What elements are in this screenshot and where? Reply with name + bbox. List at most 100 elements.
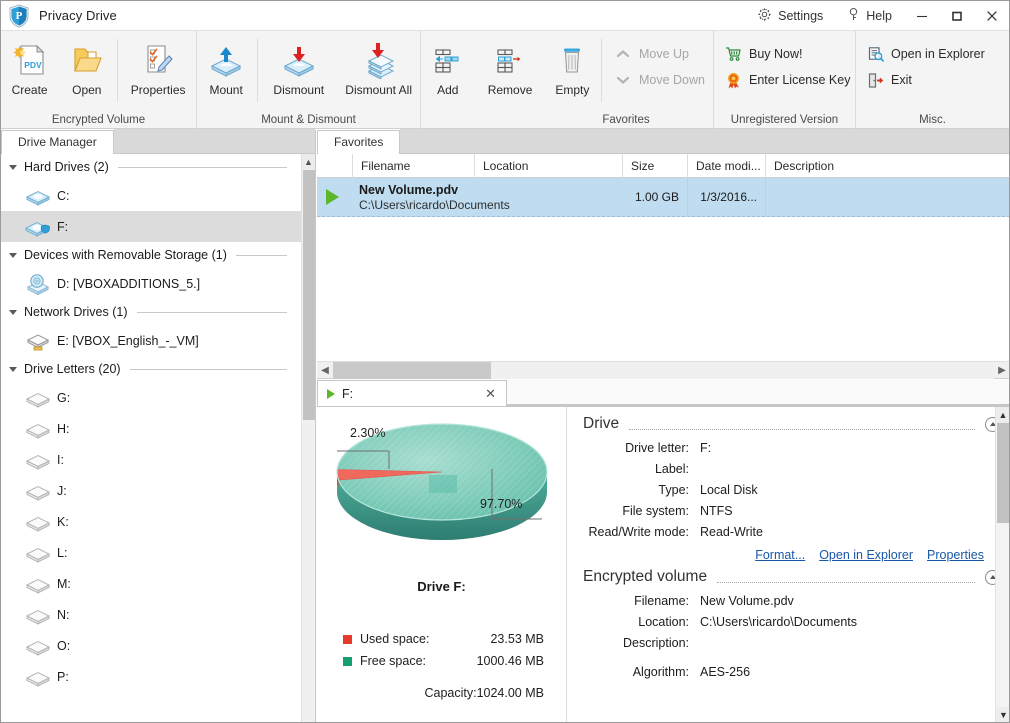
info-value: NTFS — [700, 503, 733, 518]
hscroll-track[interactable] — [333, 361, 994, 379]
hscroll-thumb[interactable] — [333, 361, 491, 379]
minimize-button[interactable] — [904, 1, 939, 31]
scroll-down-arrow-icon[interactable]: ▼ — [996, 707, 1009, 722]
info-value: AES-256 — [700, 664, 751, 679]
create-button[interactable]: PDV Create — [1, 35, 58, 97]
properties-button[interactable]: Properties — [120, 35, 196, 97]
tree-group-removable[interactable]: Devices with Removable Storage (1) — [1, 242, 301, 268]
drive-node-e[interactable]: E: [VBOX_English_-_VM] — [1, 325, 301, 356]
drive-node-j[interactable]: J: — [1, 475, 301, 506]
mounted-play-icon — [327, 388, 335, 399]
info-row: Algorithm: AES-256 — [567, 661, 1009, 682]
move-up-button[interactable]: Move Up — [610, 41, 713, 67]
column-header-filename[interactable]: Filename — [353, 153, 475, 178]
scroll-up-arrow-icon[interactable]: ▲ — [302, 154, 315, 169]
section-header-encrypted-volume: Encrypted volume — [567, 566, 1009, 590]
tree-group-hard-drives[interactable]: Hard Drives (2) — [1, 154, 301, 180]
info-row: Read/Write mode: Read-Write — [567, 521, 1009, 542]
info-row: Location: C:\Users\ricardo\Documents — [567, 611, 1009, 632]
help-button[interactable]: Help — [835, 1, 904, 31]
open-in-explorer-link[interactable]: Open in Explorer — [819, 548, 913, 562]
drive-node-c[interactable]: C: — [1, 180, 301, 211]
privacy-drive-window: P Privacy Drive Settings Help PDV Create… — [0, 0, 1010, 723]
favorites-horizontal-scrollbar[interactable]: ◀ ▶ — [317, 361, 1009, 379]
tab-drive-manager[interactable]: Drive Manager — [1, 130, 114, 154]
detail-scrollbar[interactable]: ▲ ▼ — [995, 407, 1009, 722]
legend-swatch-free — [343, 656, 352, 666]
enter-license-key-button[interactable]: Enter License Key — [720, 67, 858, 93]
drive-node-p[interactable]: P: — [1, 661, 301, 692]
ribbon-group-misc: Open in Explorer Exit Misc. — [856, 31, 1009, 129]
table-row[interactable]: New Volume.pdv C:\Users\ricardo\Document… — [317, 177, 1009, 217]
drive-node-k[interactable]: K: — [1, 506, 301, 537]
remove-favorite-button[interactable]: Remove — [475, 35, 546, 97]
column-header-location[interactable]: Location — [475, 153, 623, 178]
tree-group-network[interactable]: Network Drives (1) — [1, 299, 301, 325]
sidebar-scroll-thumb[interactable] — [303, 170, 315, 420]
shield-p-logo-icon: P — [8, 3, 30, 28]
row-date-modified: 1/3/2016... — [688, 177, 766, 217]
column-header-status[interactable] — [317, 153, 353, 178]
tab-favorites[interactable]: Favorites — [317, 130, 401, 154]
info-key: Read/Write mode: — [588, 524, 689, 539]
empty-drive-icon — [23, 478, 53, 504]
network-drive-icon — [23, 328, 53, 354]
row-size: 1.00 GB — [623, 177, 688, 217]
row-path: C:\Users\ricardo\Documents — [359, 197, 510, 212]
triangle-expanded-icon — [9, 252, 17, 258]
tab-drive-f[interactable]: F: ✕ — [317, 380, 507, 406]
column-header-description[interactable]: Description — [766, 154, 1009, 178]
column-header-size[interactable]: Size — [623, 153, 688, 178]
dismount-button[interactable]: Dismount — [260, 35, 337, 97]
buy-now-button[interactable]: Buy Now! — [720, 41, 858, 67]
drive-node-o[interactable]: O: — [1, 630, 301, 661]
ribbon-group-title-misc: Misc. — [919, 114, 946, 126]
group-rule — [117, 166, 287, 168]
drive-node-d[interactable]: D: [VBOXADDITIONS_5.] — [1, 268, 301, 299]
scroll-up-arrow-icon[interactable]: ▲ — [996, 407, 1009, 423]
settings-button[interactable]: Settings — [745, 1, 835, 31]
title-bar: P Privacy Drive Settings Help — [1, 1, 1009, 31]
properties-link[interactable]: Properties — [927, 548, 984, 562]
info-key: Label: — [654, 461, 689, 476]
maximize-button[interactable] — [939, 1, 974, 31]
dismount-all-button[interactable]: Dismount All — [337, 35, 420, 97]
close-icon[interactable]: ✕ — [485, 386, 496, 402]
exit-button[interactable]: Exit — [862, 67, 993, 93]
detail-scroll-thumb[interactable] — [997, 423, 1009, 523]
info-key: Type: — [658, 482, 689, 497]
tree-group-drive-letters[interactable]: Drive Letters (20) — [1, 356, 301, 382]
dismount-all-stack-icon — [359, 39, 399, 81]
scroll-left-arrow-icon[interactable]: ◀ — [317, 362, 333, 379]
drive-node-l[interactable]: L: — [1, 537, 301, 568]
info-value: C:\Users\ricardo\Documents — [700, 614, 857, 629]
favorites-tabstrip: Favorites — [317, 129, 1009, 154]
move-down-button[interactable]: Move Down — [610, 67, 713, 93]
buy-now-label: Buy Now! — [749, 47, 803, 61]
detail-body: 2.30% 97.70% Drive F: Used space: 23.53 … — [317, 406, 1009, 722]
drive-node-h[interactable]: H: — [1, 413, 301, 444]
format-link[interactable]: Format... — [755, 548, 805, 562]
empty-favorites-button[interactable]: Empty — [546, 35, 600, 97]
empty-drive-icon — [23, 447, 53, 473]
drive-node-m[interactable]: M: — [1, 568, 301, 599]
column-header-date-modified[interactable]: Date modi... — [688, 153, 766, 178]
pie-label-used-percent: 2.30% — [350, 426, 386, 440]
sidebar-scrollbar[interactable]: ▲ — [301, 154, 315, 722]
drive-node-i[interactable]: I: — [1, 444, 301, 475]
legend-label-used: Used space: — [360, 632, 430, 646]
drive-node-n[interactable]: N: — [1, 599, 301, 630]
open-in-explorer-button[interactable]: Open in Explorer — [862, 41, 993, 67]
add-row-icon — [428, 39, 468, 81]
drive-node-g[interactable]: G: — [1, 382, 301, 413]
drive-node-label: G: — [57, 390, 71, 405]
open-button[interactable]: Open — [58, 35, 115, 97]
mount-button[interactable]: Mount — [197, 35, 255, 97]
scroll-right-arrow-icon[interactable]: ▶ — [994, 362, 1009, 379]
question-key-icon — [847, 7, 860, 25]
drive-node-label: H: — [57, 421, 70, 436]
close-button[interactable] — [974, 1, 1009, 31]
favorites-list: Filename Location Size Date modi... Desc… — [317, 153, 1009, 379]
drive-node-f[interactable]: F: — [1, 211, 301, 242]
add-favorite-button[interactable]: Add — [421, 35, 475, 97]
